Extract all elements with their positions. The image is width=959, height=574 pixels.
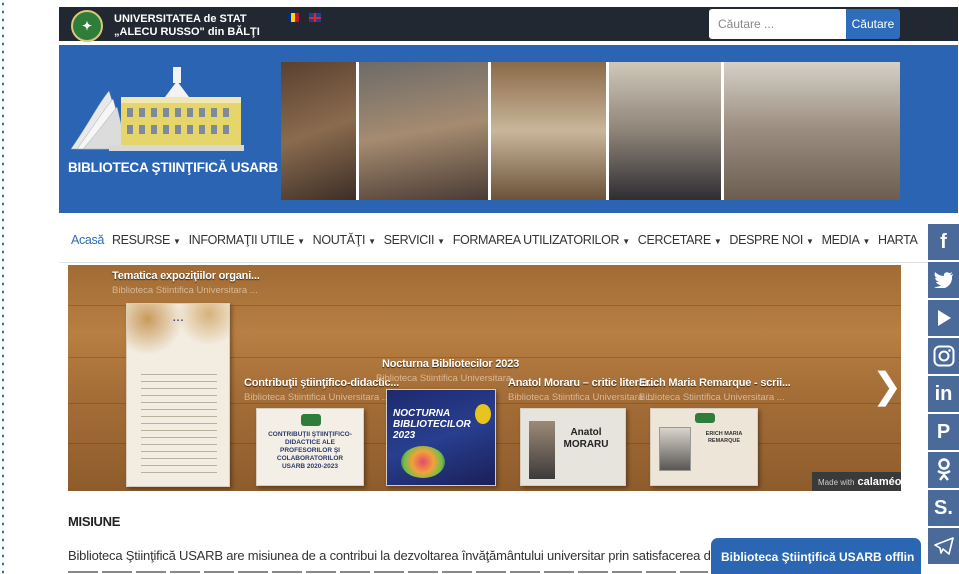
nav-item-acasa[interactable]: Acasă [71, 233, 104, 247]
main-navigation: Acasă RESURSE ▼ INFORMAŢII UTILE ▼ NOUTĂŢI… [71, 230, 925, 250]
odnoklassniki-icon[interactable] [928, 452, 959, 488]
nav-item-label: CERCETARE [637, 233, 711, 247]
nav-item-label: MEDIA [821, 233, 860, 247]
top-bar: ✦ UNIVERSITATEA de STAT „ALECU RUSSO" di… [59, 7, 958, 42]
calameo-logo: calaméo [857, 476, 901, 488]
social-sidebar: f in P S. [928, 224, 959, 566]
university-name[interactable]: UNIVERSITATEA de STAT „ALECU RUSSO" din … [114, 13, 314, 39]
nav-item-label: NOUTĂŢI [312, 233, 366, 247]
caret-down-icon: ▼ [862, 237, 871, 246]
carousel-item-title[interactable]: Nocturna Bibliotecilor 2023 [382, 358, 519, 370]
calameo-carousel[interactable]: Tematica expoziţiilor organi... Bibliote… [68, 265, 901, 491]
library-title[interactable]: BIBLIOTECA ŞTIINŢIFICĂ USARB [68, 160, 278, 175]
caret-down-icon: ▼ [297, 237, 305, 246]
instagram-icon[interactable] [928, 338, 959, 374]
nav-item-label: DESPRE NOI [729, 233, 804, 247]
romanian-flag-icon[interactable] [287, 13, 299, 22]
carousel-item-subtitle: Biblioteca Stiintifica Universitara ... [376, 373, 522, 384]
made-with-calameo-badge[interactable]: Made with calaméo [812, 472, 901, 491]
carousel-item-subtitle: Biblioteca Stiintifica Universitara ... [639, 392, 785, 403]
twitter-icon[interactable] [928, 262, 959, 298]
banner-photo-collage [281, 62, 900, 200]
nav-item-label: Acasă [71, 233, 104, 247]
nav-item-cercetare[interactable]: CERCETARE ▼ [638, 233, 722, 247]
mission-paragraph: Biblioteca Ştiinţifică USARB are misiune… [68, 548, 748, 563]
caret-down-icon: ▼ [622, 237, 630, 246]
youtube-icon[interactable] [928, 300, 959, 336]
caret-down-icon: ▼ [437, 237, 445, 246]
caret-down-icon: ▼ [368, 237, 376, 246]
telegram-icon[interactable] [928, 528, 959, 564]
caret-down-icon: ▼ [806, 237, 814, 246]
book-cover-tematica[interactable]: ▪ ▪ ▪ [126, 303, 230, 487]
carousel-item-subtitle: Biblioteca Stiintifica Universitara ... [244, 392, 390, 403]
book-text-moraru-line1: Anatol [570, 427, 602, 438]
linkedin-icon[interactable]: in [928, 376, 959, 412]
carousel-item-title[interactable]: Anatol Moraru – critic literar... [508, 377, 657, 389]
made-with-text: Made with [818, 478, 855, 487]
caret-down-icon: ▼ [713, 237, 722, 246]
nav-item-label: RESURSE [112, 233, 170, 247]
nav-item-harta[interactable]: HARTA [878, 233, 918, 247]
nav-item-formarea-utilizatorilor[interactable]: FORMAREA UTILIZATORILOR ▼ [453, 233, 630, 247]
university-name-line2: „ALECU RUSSO" din BĂLŢI [114, 26, 260, 38]
book-cover-nocturna[interactable]: NOCTURNA BIBLIOTECILOR 2023 [386, 389, 496, 486]
carousel-item-title[interactable]: Erich Maria Remarque - scrii... [639, 377, 791, 389]
nav-item-informatii-utile[interactable]: INFORMAŢII UTILE ▼ [189, 233, 305, 247]
carousel-item-title[interactable]: Tematica expoziţiilor organi... [112, 270, 260, 282]
carousel-item-subtitle: Biblioteca Stiintifica Universitara ... [112, 285, 258, 296]
book-cover-contributii[interactable]: CONTRIBUŢII ŞTIINŢIFICO-DIDACTICE ALE PR… [256, 408, 364, 486]
chat-label: Biblioteca Ştiinţifică USARB offlin [721, 550, 915, 564]
nav-item-resurse[interactable]: RESURSE ▼ [112, 233, 181, 247]
book-text-moraru-line2: MORARU [563, 439, 609, 450]
nav-item-label: INFORMAŢII UTILE [188, 233, 295, 247]
pinterest-icon[interactable]: P [928, 414, 959, 450]
slideshare-icon[interactable]: S. [928, 490, 959, 526]
nav-item-despre-noi[interactable]: DESPRE NOI ▼ [729, 233, 814, 247]
book-cover-remarque[interactable]: ERICH MARIA REMARQUE [650, 408, 758, 486]
library-banner: BIBLIOTECA ŞTIINŢIFICĂ USARB [59, 45, 958, 213]
book-cover-moraru[interactable]: Anatol MORARU [520, 408, 626, 486]
offline-chat-widget[interactable]: Biblioteca Ştiinţifică USARB offlin ✉ [711, 538, 921, 574]
nav-item-label: HARTA [878, 233, 918, 247]
nav-item-media[interactable]: MEDIA ▼ [821, 233, 871, 247]
english-flag-icon[interactable] [309, 13, 321, 22]
search-input[interactable] [709, 9, 846, 39]
facebook-icon[interactable]: f [928, 224, 959, 260]
caret-down-icon: ▼ [172, 237, 181, 246]
mission-paragraph-continuation [68, 568, 708, 574]
university-name-line1: UNIVERSITATEA de STAT [114, 13, 247, 25]
nav-item-label: FORMAREA UTILIZATORILOR [452, 233, 620, 247]
nav-item-noutati[interactable]: NOUTĂŢI ▼ [313, 233, 376, 247]
page-edge-dots [0, 0, 6, 574]
book-text-remarque: ERICH MARIA REMARQUE [705, 431, 743, 444]
university-logo[interactable]: ✦ [71, 10, 103, 42]
search-button[interactable]: Căutare [846, 9, 900, 39]
section-heading-misiune: MISIUNE [68, 514, 121, 529]
nav-divider [59, 262, 929, 263]
carousel-next-arrow-icon[interactable]: ❯ [872, 365, 901, 407]
book-text-contributii: CONTRIBUŢII ŞTIINŢIFICO-DIDACTICE ALE PR… [268, 431, 352, 470]
nav-item-label: SERVICII [383, 233, 435, 247]
nav-item-servicii[interactable]: SERVICII ▼ [384, 233, 445, 247]
carousel-item-subtitle: Biblioteca Stiintifica Universitara ... [508, 392, 654, 403]
library-building-logo[interactable] [69, 63, 254, 163]
